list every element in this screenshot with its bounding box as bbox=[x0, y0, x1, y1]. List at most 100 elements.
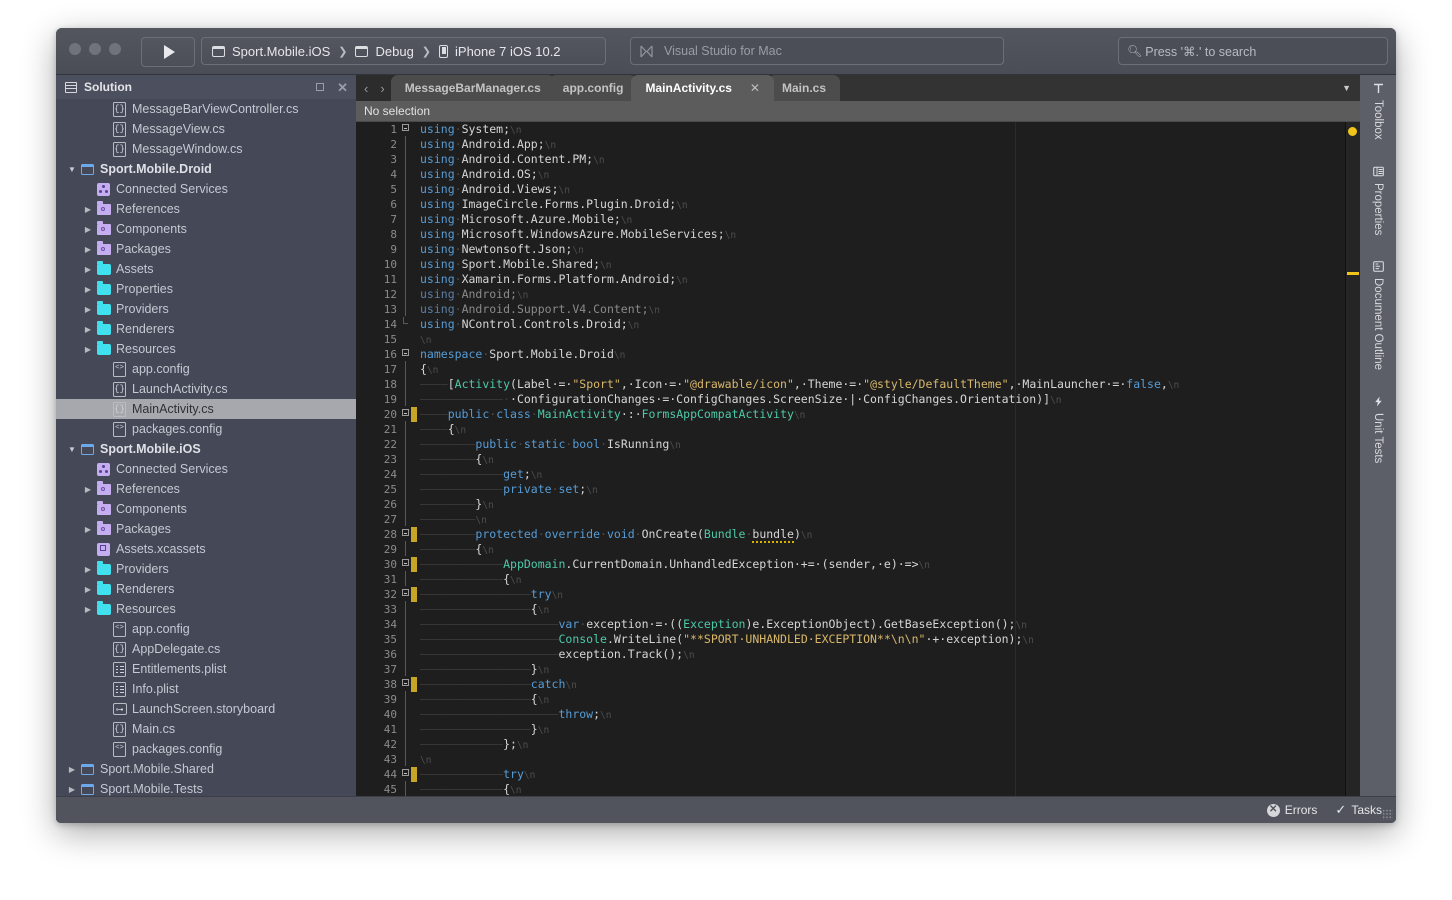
disclosure-triangle-collapsed-icon[interactable]: ▶ bbox=[81, 325, 95, 334]
disclosure-triangle-expanded-icon[interactable]: ▼ bbox=[65, 165, 79, 174]
disclosure-triangle-collapsed-icon[interactable]: ▶ bbox=[81, 205, 95, 214]
code-editor[interactable]: 1using·System;\n2using·Android.App;\n3us… bbox=[356, 122, 1360, 823]
code-line[interactable]: 33————————————————{\n bbox=[356, 602, 1360, 617]
tree-item[interactable]: ▶Components bbox=[56, 219, 356, 239]
tree-item[interactable]: <>packages.config bbox=[56, 739, 356, 759]
disclosure-triangle-collapsed-icon[interactable]: ▶ bbox=[81, 245, 95, 254]
tree-item[interactable]: ▶Renderers bbox=[56, 319, 356, 339]
code-line[interactable]: 42————————————};\n bbox=[356, 737, 1360, 752]
tree-item[interactable]: ▶Resources bbox=[56, 599, 356, 619]
tab-close-icon[interactable]: ✕ bbox=[750, 81, 760, 95]
tree-item[interactable]: ▶Packages bbox=[56, 519, 356, 539]
tree-item[interactable]: ▶Providers bbox=[56, 559, 356, 579]
tree-item[interactable]: ⊶LaunchScreen.storyboard bbox=[56, 699, 356, 719]
global-search-box[interactable]: 🔍︎ Press '⌘.' to search bbox=[1118, 37, 1388, 65]
code-line[interactable]: 45————————————{\n bbox=[356, 782, 1360, 797]
pad-dock-button[interactable] bbox=[316, 83, 324, 91]
window-controls[interactable] bbox=[69, 43, 121, 55]
tree-item[interactable]: ▶References bbox=[56, 479, 356, 499]
maximize-window-button[interactable] bbox=[109, 43, 121, 55]
code-line[interactable]: 3using·Android.Content.PM;\n bbox=[356, 152, 1360, 167]
tree-item[interactable]: Info.plist bbox=[56, 679, 356, 699]
code-line[interactable]: 43\n bbox=[356, 752, 1360, 767]
document-tab[interactable]: Main.cs bbox=[768, 75, 840, 101]
right-pad-item[interactable]: Toolbox bbox=[1372, 83, 1384, 140]
code-line[interactable]: 35————————————————————Console.WriteLine(… bbox=[356, 632, 1360, 647]
code-line[interactable]: 30————————————AppDomain.CurrentDomain.Un… bbox=[356, 557, 1360, 572]
code-line[interactable]: 28————————protected·override·void·OnCrea… bbox=[356, 527, 1360, 542]
tree-item[interactable]: ▶Sport.Mobile.Shared bbox=[56, 759, 356, 779]
code-line[interactable]: 21————{\n bbox=[356, 422, 1360, 437]
disclosure-triangle-collapsed-icon[interactable]: ▶ bbox=[81, 565, 95, 574]
tree-item[interactable]: ▶References bbox=[56, 199, 356, 219]
disclosure-triangle-collapsed-icon[interactable]: ▶ bbox=[81, 305, 95, 314]
tree-item[interactable]: {}MessageWindow.cs bbox=[56, 139, 356, 159]
tree-item[interactable]: <>app.config bbox=[56, 619, 356, 639]
tree-item[interactable]: <>packages.config bbox=[56, 419, 356, 439]
configuration-segment[interactable]: Debug bbox=[355, 44, 413, 59]
code-line[interactable]: 2using·Android.App;\n bbox=[356, 137, 1360, 152]
disclosure-triangle-collapsed-icon[interactable]: ▶ bbox=[81, 225, 95, 234]
tree-item[interactable]: {}AppDelegate.cs bbox=[56, 639, 356, 659]
tree-item[interactable]: ▼Sport.Mobile.Droid bbox=[56, 159, 356, 179]
tree-item[interactable]: {}MainActivity.cs bbox=[56, 399, 356, 419]
breadcrumb[interactable]: No selection bbox=[356, 101, 1360, 122]
code-line[interactable]: 16namespace·Sport.Mobile.Droid\n bbox=[356, 347, 1360, 362]
tree-item[interactable]: ▶Assets bbox=[56, 259, 356, 279]
tree-item[interactable]: Connected Services bbox=[56, 459, 356, 479]
code-line[interactable]: 31————————————{\n bbox=[356, 572, 1360, 587]
run-configuration-selector[interactable]: Sport.Mobile.iOS ❯ Debug ❯ iPhone 7 iOS … bbox=[201, 37, 606, 65]
disclosure-triangle-collapsed-icon[interactable]: ▶ bbox=[81, 605, 95, 614]
code-line[interactable]: 32————————————————try\n bbox=[356, 587, 1360, 602]
pad-close-icon[interactable]: ✕ bbox=[337, 81, 348, 94]
tree-item[interactable]: {}Main.cs bbox=[56, 719, 356, 739]
code-line[interactable]: 15\n bbox=[356, 332, 1360, 347]
tab-overflow-caret-icon[interactable]: ▼ bbox=[1342, 83, 1351, 93]
code-line[interactable]: 44————————————try\n bbox=[356, 767, 1360, 782]
code-line[interactable]: 29————————{\n bbox=[356, 542, 1360, 557]
code-line[interactable]: 40————————————————————throw;\n bbox=[356, 707, 1360, 722]
disclosure-triangle-collapsed-icon[interactable]: ▶ bbox=[81, 485, 95, 494]
tree-item[interactable]: <>app.config bbox=[56, 359, 356, 379]
code-line[interactable]: 26————————}\n bbox=[356, 497, 1360, 512]
editor-scrollbar[interactable] bbox=[1345, 122, 1360, 823]
nav-back-icon[interactable]: ‹ bbox=[364, 81, 368, 96]
code-line[interactable]: 8using·Microsoft.WindowsAzure.MobileServ… bbox=[356, 227, 1360, 242]
right-pad-item[interactable]: Properties bbox=[1372, 166, 1384, 235]
disclosure-triangle-collapsed-icon[interactable]: ▶ bbox=[65, 765, 79, 774]
document-tab[interactable]: MainActivity.cs✕ bbox=[631, 75, 774, 101]
tree-item[interactable]: ▶Packages bbox=[56, 239, 356, 259]
solution-tree[interactable]: {}MessageBarViewController.cs{}MessageVi… bbox=[56, 99, 356, 823]
tree-item[interactable]: {}LaunchActivity.cs bbox=[56, 379, 356, 399]
document-tab[interactable]: MessageBarManager.cs bbox=[391, 75, 555, 101]
minimize-window-button[interactable] bbox=[89, 43, 101, 55]
code-line[interactable]: 25————————————private·set;\n bbox=[356, 482, 1360, 497]
disclosure-triangle-collapsed-icon[interactable]: ▶ bbox=[81, 265, 95, 274]
search-input[interactable]: Press '⌘.' to search bbox=[1145, 44, 1256, 59]
code-line[interactable]: 22————————public·static·bool·IsRunning\n bbox=[356, 437, 1360, 452]
code-line[interactable]: 6using·ImageCircle.Forms.Plugin.Droid;\n bbox=[356, 197, 1360, 212]
code-line[interactable]: 20————public·class·MainActivity·:·FormsA… bbox=[356, 407, 1360, 422]
code-line[interactable]: 13using·Android.Support.V4.Content;\n bbox=[356, 302, 1360, 317]
code-line[interactable]: 38————————————————catch\n bbox=[356, 677, 1360, 692]
document-tab[interactable]: app.config bbox=[549, 75, 638, 101]
disclosure-triangle-collapsed-icon[interactable]: ▶ bbox=[65, 785, 79, 794]
startup-project-segment[interactable]: Sport.Mobile.iOS bbox=[212, 44, 330, 59]
device-segment[interactable]: iPhone 7 iOS 10.2 bbox=[439, 44, 561, 59]
code-line[interactable]: 7using·Microsoft.Azure.Mobile;\n bbox=[356, 212, 1360, 227]
code-line[interactable]: 14using·NControl.Controls.Droid;\n bbox=[356, 317, 1360, 332]
code-line[interactable]: 36————————————————————exception.Track();… bbox=[356, 647, 1360, 662]
errors-button[interactable]: ✕ Errors bbox=[1267, 803, 1318, 817]
resize-grip[interactable] bbox=[1382, 809, 1393, 820]
tree-item[interactable]: ▶Providers bbox=[56, 299, 356, 319]
status-display[interactable]: Visual Studio for Mac bbox=[630, 37, 1004, 65]
code-line[interactable]: 27————————\n bbox=[356, 512, 1360, 527]
code-line[interactable]: 11using·Xamarin.Forms.Platform.Android;\… bbox=[356, 272, 1360, 287]
tasks-button[interactable]: ✓ Tasks bbox=[1335, 802, 1382, 818]
tree-item[interactable]: Components bbox=[56, 499, 356, 519]
tree-item[interactable]: ▶Renderers bbox=[56, 579, 356, 599]
code-line[interactable]: 17{\n bbox=[356, 362, 1360, 377]
code-line[interactable]: 19————————————··ConfigurationChanges·=·C… bbox=[356, 392, 1360, 407]
tree-item[interactable]: {}MessageBarViewController.cs bbox=[56, 99, 356, 119]
right-pad-item[interactable]: Document Outline bbox=[1372, 261, 1384, 370]
